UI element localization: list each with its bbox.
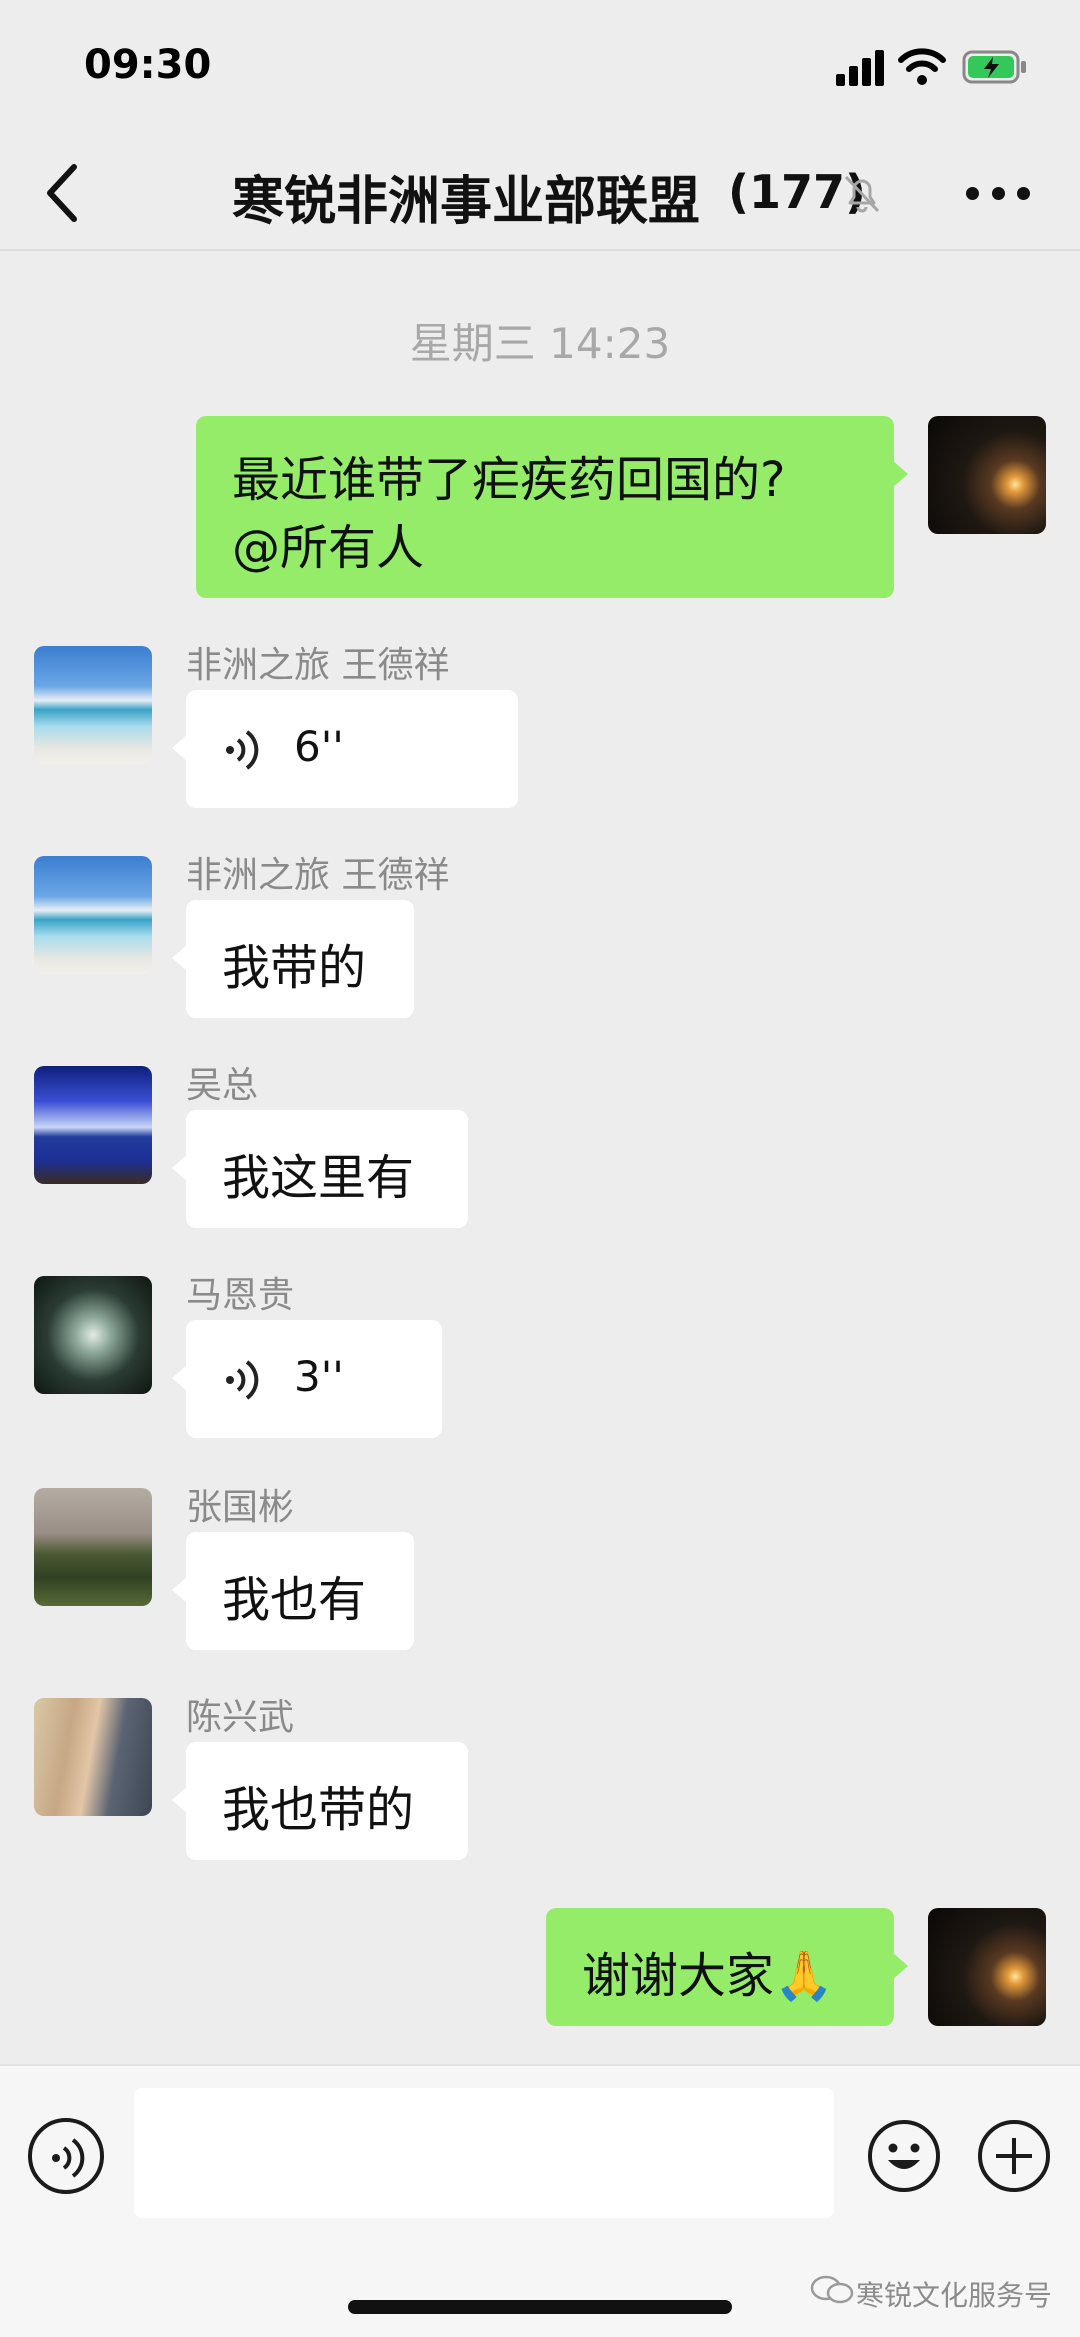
sender-name: 非洲之旅 王德祥 <box>186 645 450 686</box>
sender-name: 马恩贵 <box>186 1275 295 1316</box>
chat-header: 寒锐非洲事业部联盟 (177) <box>0 135 1080 251</box>
sender-name: 张国彬 <box>186 1487 295 1528</box>
sender-avatar[interactable] <box>34 1698 152 1816</box>
voice-message-bubble[interactable]: 6'' <box>172 690 518 808</box>
message-bubble[interactable]: 我也带的 <box>172 1742 468 1860</box>
message-bubble[interactable]: 我这里有 <box>172 1110 468 1228</box>
voice-duration: 3'' <box>294 1352 344 1401</box>
self-avatar[interactable] <box>928 1908 1046 2026</box>
message-bubble-self[interactable]: 最近谁带了疟疾药回国的? @所有人 <box>196 416 908 598</box>
status-time: 09:30 <box>84 42 212 88</box>
more-icon[interactable] <box>966 187 1030 201</box>
message-bubble[interactable]: 我带的 <box>172 900 414 1018</box>
message-text-line: 最近谁带了疟疾药回国的? <box>232 452 786 508</box>
sender-avatar[interactable] <box>34 1066 152 1184</box>
sender-name: 非洲之旅 王德祥 <box>186 855 450 896</box>
wechat-icon <box>810 2275 854 2304</box>
sender-avatar[interactable] <box>34 646 152 764</box>
sender-name: 陈兴武 <box>186 1697 295 1738</box>
message-timestamp: 星期三 14:23 <box>409 319 671 368</box>
sender-avatar[interactable] <box>34 856 152 974</box>
voice-icon <box>226 1360 259 1400</box>
sender-avatar[interactable] <box>34 1276 152 1394</box>
emoji-icon[interactable] <box>866 2118 942 2194</box>
voice-icon <box>226 730 259 770</box>
wifi-icon <box>898 48 946 85</box>
mute-bell-icon <box>844 175 880 213</box>
voice-duration: 6'' <box>294 722 344 771</box>
message-text: 我带的 <box>222 940 367 996</box>
voice-input-button[interactable] <box>28 2118 104 2194</box>
sender-name: 吴总 <box>186 1065 259 1106</box>
message-bubble[interactable]: 我也有 <box>172 1532 414 1650</box>
watermark-text: 寒锐文化服务号 <box>856 2279 1053 2312</box>
chat-title: 寒锐非洲事业部联盟 <box>232 172 701 232</box>
message-text: 谢谢大家🙏 <box>582 1948 834 2004</box>
signal-icon <box>836 50 886 86</box>
self-avatar[interactable] <box>928 416 1046 534</box>
message-text-line: @所有人 <box>232 520 425 576</box>
voice-message-bubble[interactable]: 3'' <box>172 1320 442 1438</box>
message-text: 我也有 <box>222 1572 367 1628</box>
message-input[interactable] <box>134 2088 834 2218</box>
sender-avatar[interactable] <box>34 1488 152 1606</box>
home-indicator[interactable] <box>348 2300 732 2314</box>
battery-icon <box>962 50 1026 84</box>
message-bubble-self[interactable]: 谢谢大家🙏 <box>546 1908 908 2026</box>
status-bar: 09:30 <box>0 0 1080 135</box>
back-icon[interactable] <box>40 161 84 225</box>
add-icon[interactable] <box>976 2118 1052 2194</box>
message-text: 我这里有 <box>222 1150 415 1206</box>
message-text: 我也带的 <box>222 1782 415 1838</box>
voice-icon <box>52 2138 85 2178</box>
